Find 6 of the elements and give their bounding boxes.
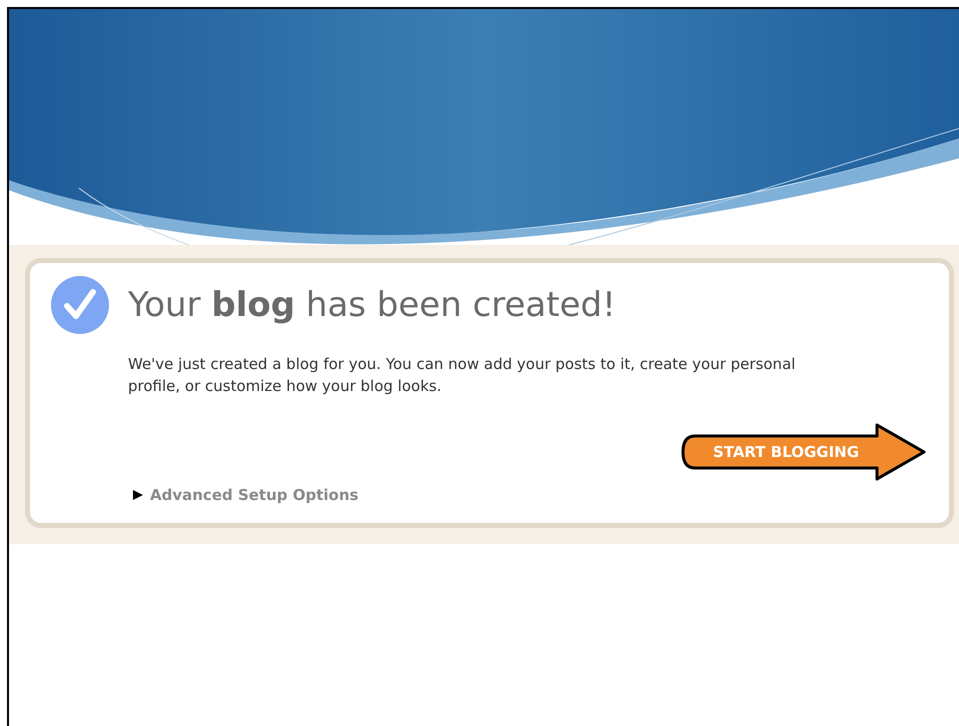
start-blogging-button[interactable]: START BLOGGING bbox=[681, 422, 927, 482]
expand-triangle-icon[interactable] bbox=[132, 489, 144, 501]
success-title: Your blog has been created! bbox=[128, 285, 616, 325]
description-text: We've just created a blog for you. You can now add your posts to it, create your personal profile, or customize how your blog looks. bbox=[128, 354, 796, 397]
advanced-setup-link[interactable]: Advanced Setup Options bbox=[150, 486, 358, 504]
checkmark-icon bbox=[50, 275, 110, 335]
